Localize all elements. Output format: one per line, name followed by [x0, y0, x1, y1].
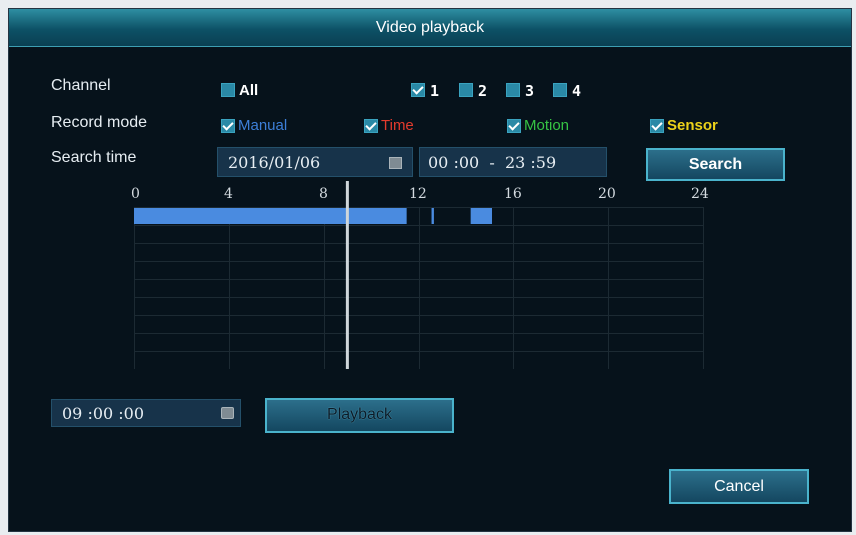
- timeline-grid[interactable]: [9, 9, 853, 533]
- playback-time-value: 09 :00 :00: [62, 404, 145, 423]
- clock-icon[interactable]: [221, 407, 234, 419]
- video-playback-dialog: Video playback Channel All 1 2 3 4 Recor…: [8, 8, 852, 532]
- screen-frame: Video playback Channel All 1 2 3 4 Recor…: [0, 0, 856, 535]
- cancel-button-label: Cancel: [714, 478, 764, 495]
- playback-time-field[interactable]: 09 :00 :00: [51, 399, 241, 427]
- playback-button-label: Playback: [327, 406, 392, 423]
- recording-segment[interactable]: [134, 208, 407, 224]
- recording-segment[interactable]: [431, 208, 434, 224]
- recording-segment[interactable]: [470, 208, 492, 224]
- cancel-button[interactable]: Cancel: [669, 469, 809, 504]
- playback-button[interactable]: Playback: [265, 398, 454, 433]
